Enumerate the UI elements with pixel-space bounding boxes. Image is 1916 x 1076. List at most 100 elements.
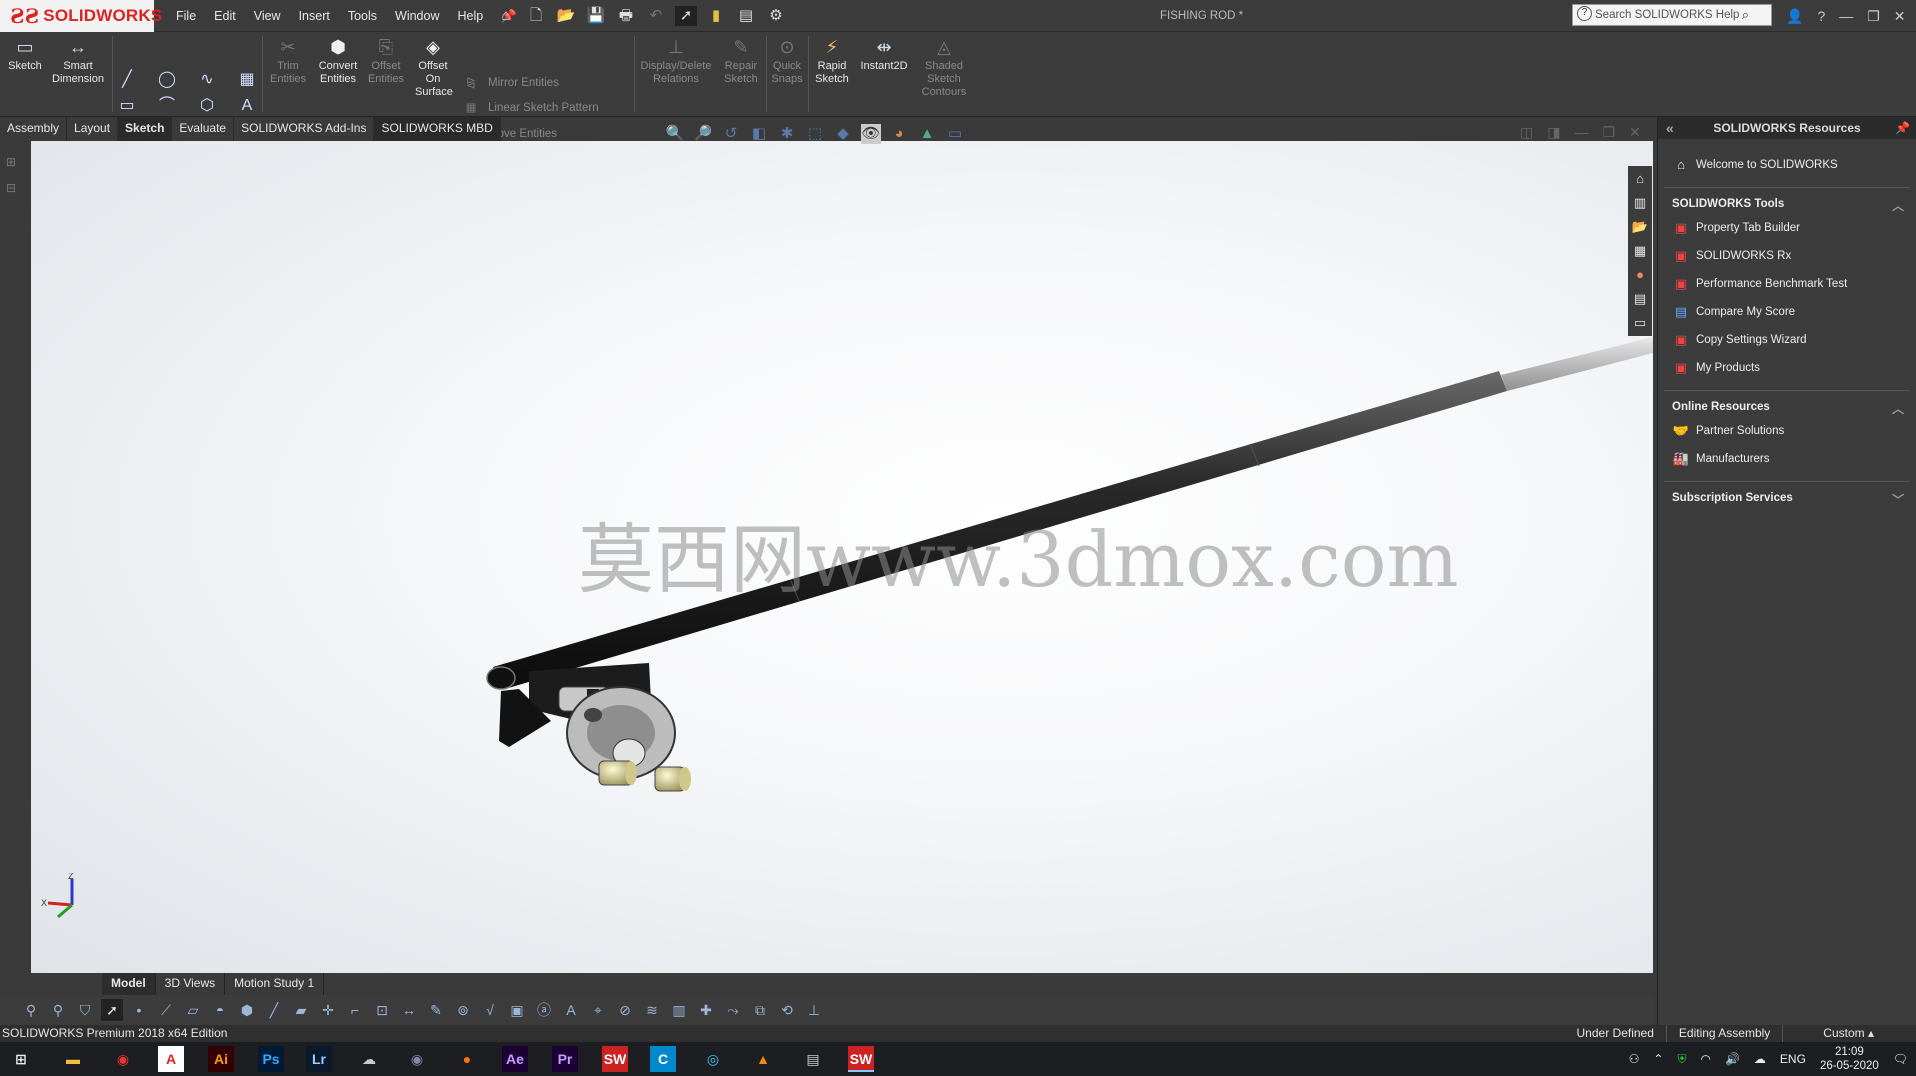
quick-snaps-button[interactable]: ⊙ Quick Snaps [768, 36, 806, 86]
filter-routing-icon[interactable]: ⤳ [722, 999, 744, 1021]
pin-panel-icon[interactable]: 📌 [1895, 117, 1910, 139]
filter-cosmetic-thread-icon[interactable]: ≋ [641, 999, 663, 1021]
feature-tree-icon[interactable]: ⊞ [6, 155, 16, 169]
search-icon[interactable]: ⌕ [1742, 5, 1749, 25]
solidworks-logo[interactable]: ƧƧ SOLIDWORKS [0, 0, 162, 32]
browser-taskbar-icon[interactable]: ◉ [404, 1046, 430, 1072]
menu-edit[interactable]: Edit [214, 9, 236, 23]
save-icon[interactable]: 💾 [585, 6, 607, 26]
open-icon[interactable]: 📂 [555, 6, 577, 26]
filter-faces-icon[interactable]: ▱ [182, 999, 204, 1021]
c-app-taskbar-icon[interactable]: C [650, 1046, 676, 1072]
filter-sketch-points-icon[interactable]: ⊡ [371, 999, 393, 1021]
filter-vertices-icon[interactable]: • [128, 999, 150, 1021]
viewport-close-icon[interactable]: ✕ [1629, 124, 1641, 141]
text-icon[interactable]: A [236, 96, 258, 116]
firefox-taskbar-icon[interactable]: ● [454, 1046, 480, 1072]
partner-solutions-link[interactable]: 🤝 Partner Solutions [1658, 417, 1916, 445]
tab-sketch[interactable]: Sketch [118, 117, 173, 141]
manufacturers-link[interactable]: 🏭 Manufacturers [1658, 445, 1916, 473]
repair-sketch-button[interactable]: ✎ Repair Sketch [716, 36, 766, 86]
explorer-window-taskbar-icon[interactable]: ▤ [800, 1046, 826, 1072]
filter-solids-icon[interactable]: ⬢ [236, 999, 258, 1021]
viewport-restore-icon[interactable]: ❐ [1602, 124, 1615, 141]
shaded-sketch-contours-button[interactable]: ◬ Shaded Sketch Contours [914, 36, 974, 99]
search-help-field[interactable]: ? Search SOLIDWORKS Help ⌕ [1572, 4, 1772, 26]
people-icon[interactable]: ⚇ [1629, 1052, 1640, 1066]
convert-entities-button[interactable]: ⬢ Convert Entities [312, 36, 364, 86]
tab-3d-views[interactable]: 3D Views [156, 973, 226, 995]
onedrive-icon[interactable]: ☁ [1754, 1052, 1766, 1066]
offset-on-surface-button[interactable]: ◈ Offset On Surface [410, 36, 456, 99]
options-gear-icon[interactable]: ⚙ [765, 6, 787, 26]
file-explorer-taskbar-icon[interactable]: ▬ [60, 1046, 86, 1072]
select-arrow-icon[interactable]: ➚ [101, 999, 123, 1021]
menu-help[interactable]: Help [458, 9, 484, 23]
rebuild-icon[interactable]: ▮ [705, 6, 727, 26]
viewport-split-icon[interactable]: ◫ [1520, 124, 1533, 141]
hide-show-items-icon[interactable]: 👁 [861, 124, 881, 144]
filter-surface-finish-icon[interactable]: √ [479, 999, 501, 1021]
shield-icon[interactable]: ⛨ [1677, 1052, 1686, 1067]
autocad-taskbar-icon[interactable]: A [158, 1046, 184, 1072]
filter-text-icon[interactable]: A [560, 999, 582, 1021]
mirror-entities-button[interactable]: ⧎ Mirror Entities [462, 74, 559, 92]
smart-dimension-button[interactable]: ↔ Smart Dimension [48, 36, 108, 86]
language-indicator[interactable]: ENG [1780, 1052, 1806, 1066]
tools-section-header[interactable]: SOLIDWORKS Tools ︿ [1664, 188, 1910, 214]
solidworks-forum-icon[interactable]: ▭ [1630, 313, 1650, 333]
subscription-services-section-header[interactable]: Subscription Services ﹀ [1664, 481, 1910, 508]
illustrator-taskbar-icon[interactable]: Ai [208, 1046, 234, 1072]
menu-tools[interactable]: Tools [348, 9, 377, 23]
premiere-taskbar-icon[interactable]: Pr [552, 1046, 578, 1072]
circle-icon[interactable]: ◯ [156, 70, 178, 90]
hatch-icon[interactable]: ▦ [236, 70, 258, 90]
offset-entities-button[interactable]: ⎘ Offset Entities [364, 36, 408, 86]
linear-sketch-pattern-button[interactable]: ▦ Linear Sketch Pattern [462, 99, 599, 117]
filter-loops-icon[interactable]: ⟲ [776, 999, 798, 1021]
menu-view[interactable]: View [254, 9, 281, 23]
line-icon[interactable]: ╱ [116, 70, 138, 90]
view-palette-icon[interactable]: ▦ [1630, 241, 1650, 261]
menu-file[interactable]: File [176, 9, 196, 23]
new-document-icon[interactable]: 🗋 [525, 6, 547, 26]
trim-entities-button[interactable]: ✂ Trim Entities [266, 36, 310, 86]
collapse-panel-icon[interactable]: « [1666, 117, 1674, 139]
file-explorer-icon[interactable]: 📂 [1630, 217, 1650, 237]
filter-all-icon[interactable]: ⛉ [74, 999, 96, 1021]
tray-expand-icon[interactable]: ⌃ [1653, 1052, 1663, 1066]
filter-blocks-icon[interactable]: ▥ [668, 999, 690, 1021]
tab-evaluate[interactable]: Evaluate [172, 117, 235, 141]
filter-tolerance-icon[interactable]: ⌖ [587, 999, 609, 1021]
filter-points-icon[interactable]: ✛ [317, 999, 339, 1021]
tab-layout[interactable]: Layout [67, 117, 119, 141]
chrome-like-taskbar-icon[interactable]: ◎ [700, 1046, 726, 1072]
menu-window[interactable]: Window [395, 9, 439, 23]
user-icon[interactable]: 👤 [1786, 8, 1803, 25]
tab-motion-study-1[interactable]: Motion Study 1 [225, 973, 325, 995]
wifi-icon[interactable]: ◠ [1700, 1052, 1710, 1066]
filter-clear-icon[interactable]: ⚲ [47, 999, 69, 1021]
solidworks-rx-link[interactable]: ▣ SOLIDWORKS Rx [1658, 242, 1916, 270]
filter-welds-icon[interactable]: ⊚ [452, 999, 474, 1021]
custom-properties-icon[interactable]: ▤ [1630, 289, 1650, 309]
zoom-to-area-icon[interactable]: 🔎 [693, 124, 713, 144]
zoom-to-fit-icon[interactable]: 🔍 [665, 124, 685, 144]
my-products-link[interactable]: ▣ My Products [1658, 354, 1916, 382]
vlc-taskbar-icon[interactable]: ▲ [750, 1046, 776, 1072]
file-properties-icon[interactable]: ▤ [735, 6, 757, 26]
print-icon[interactable]: 🖶 [615, 6, 637, 26]
solidworks-2018-taskbar-icon[interactable]: SW [602, 1046, 628, 1072]
apply-scene-icon[interactable]: ▲ [917, 124, 937, 144]
dynamic-annotation-icon[interactable]: ✱ [777, 124, 797, 144]
filter-ref-icon[interactable]: ⊥ [803, 999, 825, 1021]
spline-icon[interactable]: ∿ [196, 70, 218, 90]
filter-notes-icon[interactable]: ✎ [425, 999, 447, 1021]
notifications-icon[interactable]: 🗨 [1893, 1052, 1908, 1066]
windows-start-icon[interactable]: ⊞ [8, 1046, 34, 1072]
volume-icon[interactable]: 🔊 [1725, 1052, 1740, 1066]
compare-my-score-link[interactable]: ▤ Compare My Score [1658, 298, 1916, 326]
app-taskbar-icon[interactable]: ◉ [110, 1046, 136, 1072]
display-delete-relations-button[interactable]: ⊥ Display/Delete Relations [638, 36, 714, 86]
filter-hole-callout-icon[interactable]: ⊘ [614, 999, 636, 1021]
